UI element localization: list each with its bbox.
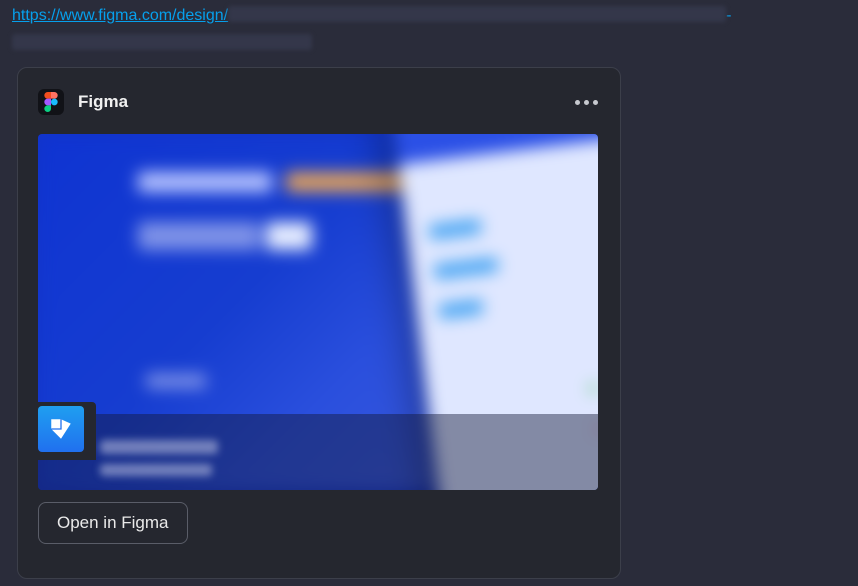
preview-meta bbox=[100, 440, 218, 476]
figma-embed-card: Figma bbox=[17, 67, 621, 579]
url-redacted-segment-2 bbox=[12, 34, 312, 50]
more-options-icon bbox=[575, 100, 598, 105]
more-options-button[interactable] bbox=[572, 88, 600, 116]
preview-file-icon-tab bbox=[38, 402, 96, 460]
embed-header: Figma bbox=[38, 84, 600, 120]
open-in-figma-button[interactable]: Open in Figma bbox=[38, 502, 188, 544]
figma-logo-icon bbox=[38, 89, 64, 115]
preview-file-title-redacted bbox=[100, 440, 218, 454]
figma-preview-thumbnail[interactable] bbox=[38, 134, 598, 490]
preview-footer-overlay bbox=[38, 414, 598, 490]
preview-file-subtitle-redacted bbox=[100, 464, 212, 476]
figma-url-link[interactable]: https://www.figma.com/design/ bbox=[12, 7, 228, 24]
embed-provider-name: Figma bbox=[78, 92, 572, 112]
page: https://www.figma.com/design/- Figma bbox=[0, 0, 858, 586]
figma-file-icon bbox=[38, 406, 84, 452]
url-redacted-segment-1 bbox=[228, 6, 726, 22]
message-link-line: https://www.figma.com/design/- bbox=[12, 4, 794, 56]
